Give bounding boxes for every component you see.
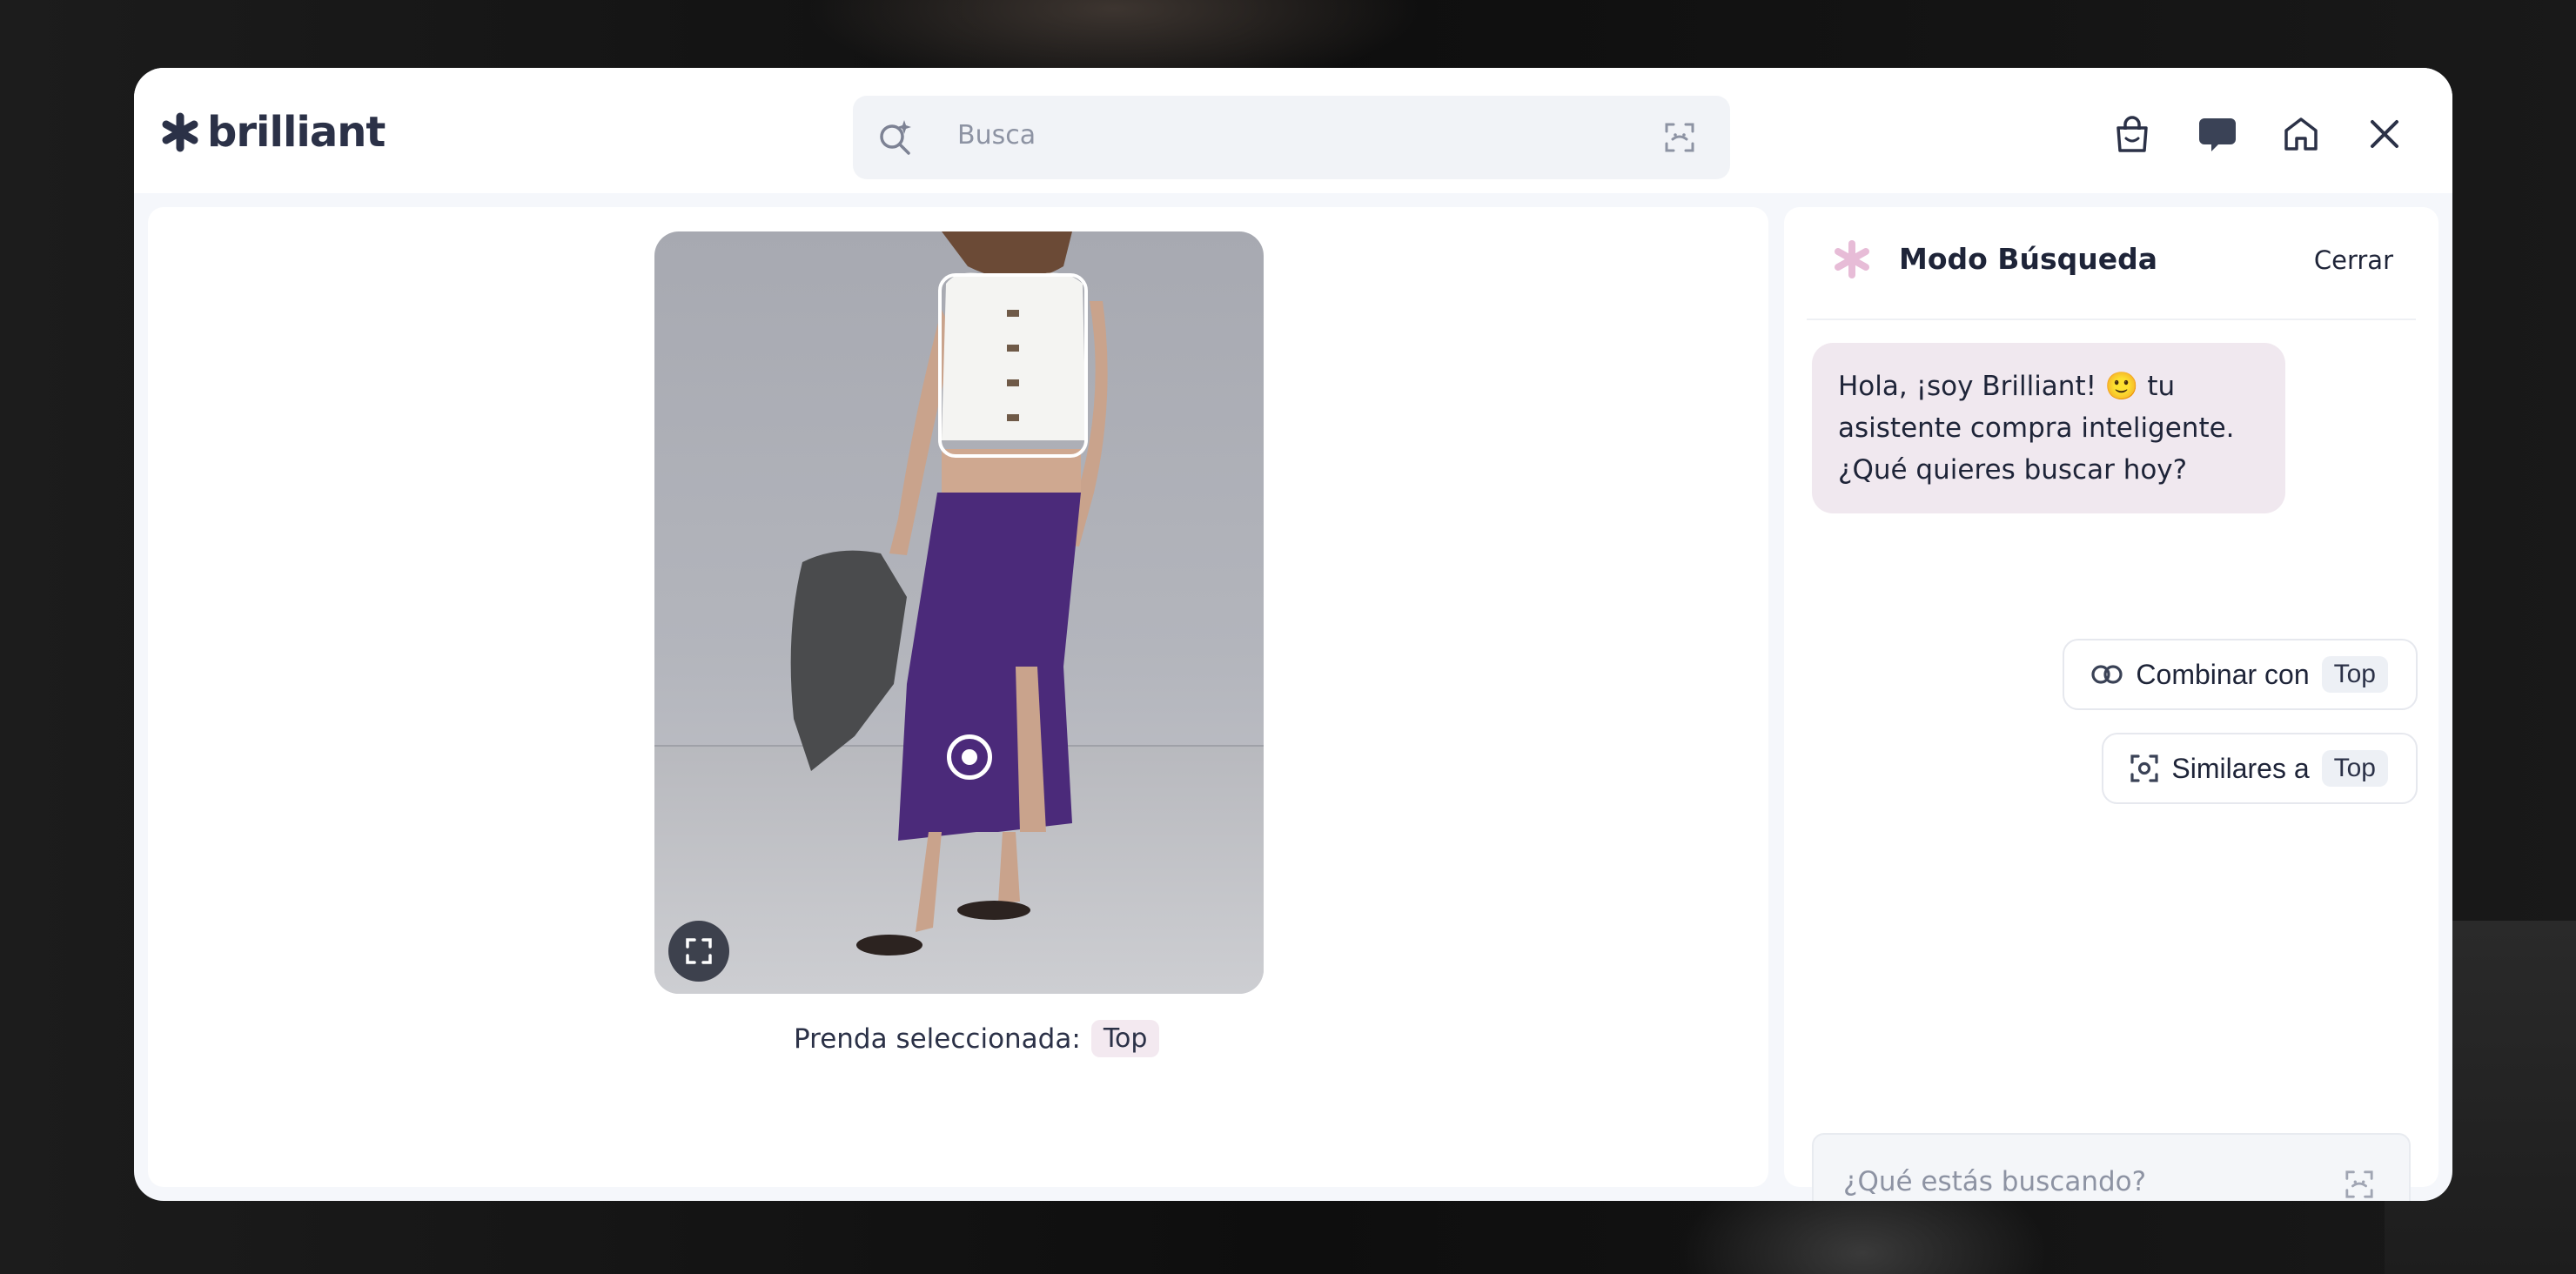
sparkle-search-icon [880,120,911,155]
assistant-close-button[interactable]: Cerrar [2314,245,2393,275]
chat-bubble-icon [2199,118,2236,151]
expand-icon [686,938,712,964]
selected-garment-caption: Prenda seleccionada: Top [794,1020,1160,1057]
image-panel: Prenda seleccionada: Top [148,207,1768,1187]
search-bar[interactable]: Busca [853,96,1730,179]
selected-garment-chip: Top [1090,1020,1160,1057]
scan-icon[interactable] [2345,1170,2374,1199]
assistant-greeting-bubble: Hola, ¡soy Brilliant! 🙂 tu asistente com… [1812,343,2285,513]
modal-header: brilliant Busca [134,68,2452,193]
asterisk-sparkle-icon [1835,240,1869,278]
close-icon [2371,120,2398,148]
assistant-header: Modo Búsqueda Cerrar [1784,207,2438,317]
home-icon [2284,117,2318,151]
similar-to-label: Similares a [2171,752,2310,784]
close-modal-button[interactable] [2364,113,2405,155]
search-modal: brilliant Busca Prenda seleccionada: Top… [134,68,2452,1201]
assistant-query-input[interactable]: ¿Qué estás buscando? [1812,1133,2411,1201]
home-button[interactable] [2280,113,2322,155]
assistant-panel: Modo Búsqueda Cerrar Hola, ¡soy Brillian… [1784,207,2438,1201]
product-photo [654,231,1264,994]
brand-name: brilliant [207,108,386,157]
search-input[interactable]: Busca [957,120,1036,151]
selected-garment-box[interactable] [938,273,1088,458]
asterisk-logo-icon [162,112,198,152]
assistant-title: Modo Búsqueda [1899,242,2157,276]
combine-with-button[interactable]: Combinar con Top [2063,639,2418,710]
rings-icon [2091,665,2123,684]
shopping-bag-icon [2116,116,2148,152]
caption-label: Prenda seleccionada: [794,1023,1081,1055]
similar-to-tag: Top [2321,750,2388,787]
expand-button[interactable] [668,921,729,982]
scan-icon[interactable] [1664,122,1695,153]
focus-scan-icon [2130,754,2158,782]
combine-with-tag: Top [2321,656,2388,693]
assistant-query-placeholder: ¿Qué estás buscando? [1843,1166,2147,1197]
shopping-bag-button[interactable] [2111,113,2153,155]
chat-button[interactable] [2197,113,2238,155]
combine-with-label: Combinar con [2136,658,2310,690]
garment-hotspot[interactable] [947,734,992,780]
assistant-divider [1807,318,2416,320]
brand-logo[interactable]: brilliant [160,106,386,158]
similar-to-button[interactable]: Similares a Top [2102,733,2418,804]
